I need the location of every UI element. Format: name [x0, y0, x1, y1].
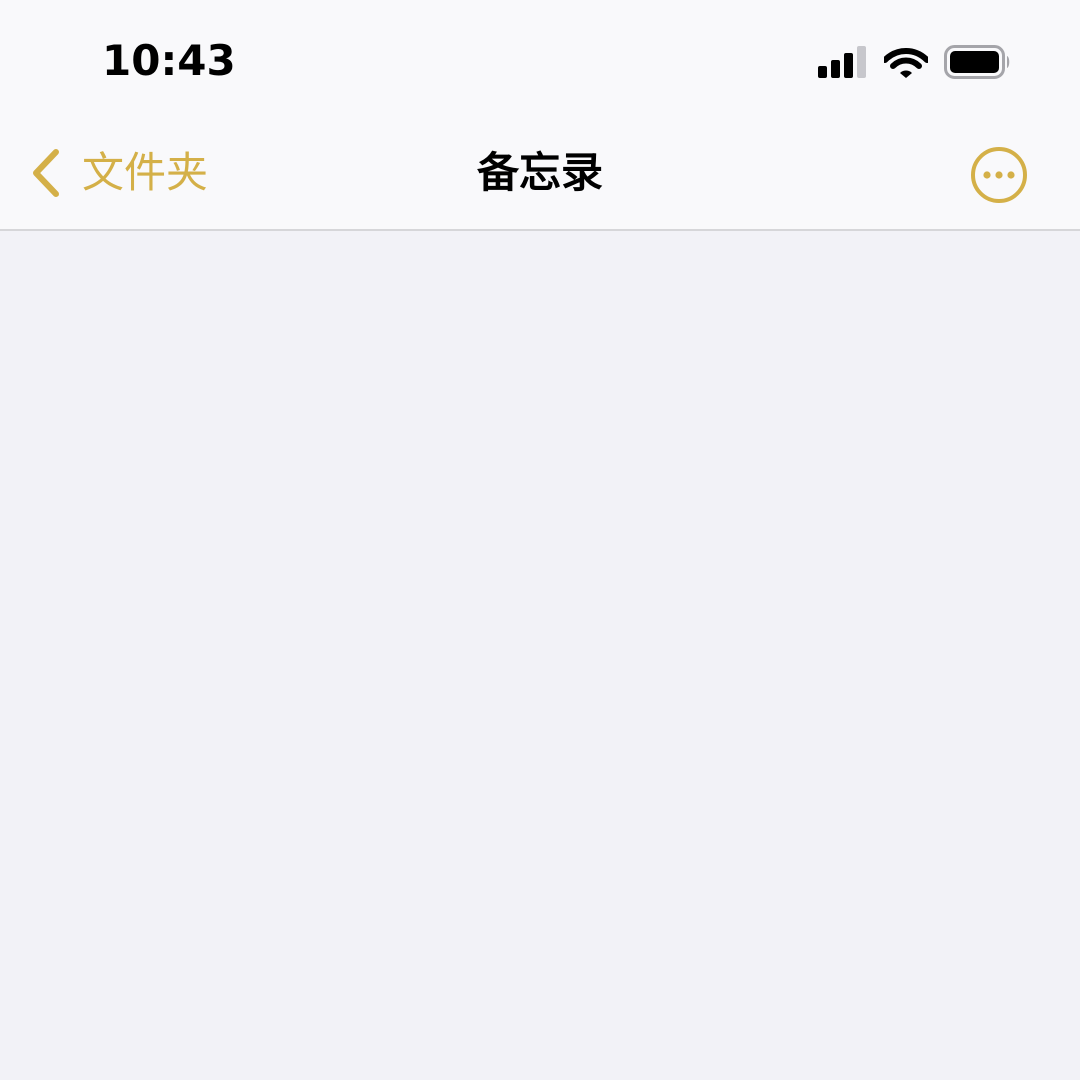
header-area: 10:43 文件夹 备忘录	[0, 0, 1080, 231]
page-title: 备忘录	[476, 148, 603, 197]
wifi-icon	[884, 48, 928, 78]
ellipsis-circle-icon[interactable]	[970, 146, 1028, 204]
status-icons	[818, 42, 1012, 82]
notes-screen: 10:43 文件夹 备忘录	[0, 0, 1080, 1080]
notes-list-area	[0, 231, 1080, 1080]
status-bar: 10:43	[0, 0, 1080, 110]
navigation-bar: 文件夹 备忘录	[0, 120, 1080, 229]
battery-icon	[944, 45, 1010, 79]
status-time: 10:43	[102, 36, 236, 85]
cellular-signal-icon	[818, 46, 866, 78]
